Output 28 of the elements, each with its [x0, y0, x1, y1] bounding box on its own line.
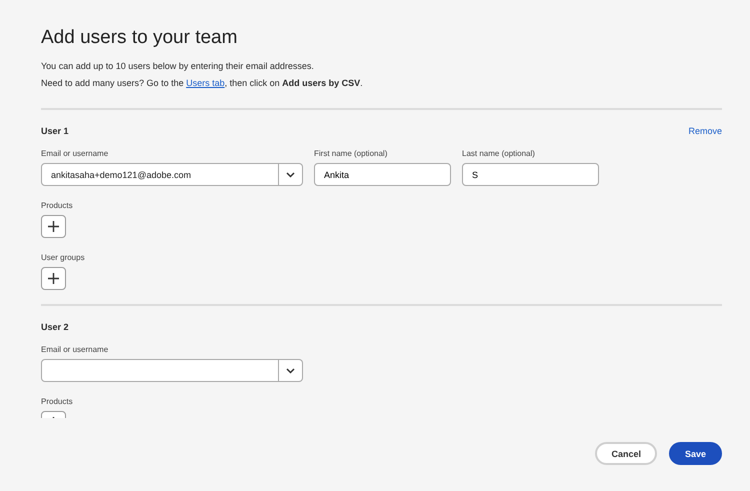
- csv-instructions: Need to add many users? Go to the Users tab, then click on Add users by CSV.: [41, 77, 364, 90]
- users-tab-link[interactable]: Users tab: [186, 78, 225, 88]
- field-label: Last name (optional): [462, 149, 536, 158]
- field-label: Products: [41, 201, 74, 210]
- page-title: Add users to your team: [41, 27, 238, 49]
- field-label: User groups: [41, 253, 86, 262]
- last-name-field[interactable]: S: [462, 163, 599, 186]
- remove-link[interactable]: Remove: [688, 126, 722, 136]
- add-button[interactable]: [41, 267, 66, 290]
- save-button[interactable]: Save: [668, 442, 722, 465]
- plus-icon: [48, 221, 59, 232]
- field-label: First name (optional): [314, 149, 388, 158]
- field-label: Email or username: [41, 149, 110, 158]
- first-name-field[interactable]: Ankita: [314, 163, 451, 186]
- cancel-button[interactable]: Cancel: [595, 442, 657, 465]
- dropdown-button[interactable]: [279, 359, 303, 382]
- chevron-down-icon: [286, 368, 295, 374]
- user-heading: User 1: [41, 126, 69, 136]
- user-heading: User 2: [41, 322, 69, 332]
- email-field[interactable]: [41, 359, 279, 382]
- intro-text: You can add up to 10 users below by entering their email addresses.: [41, 60, 315, 73]
- plus-icon: [48, 273, 59, 284]
- email-field[interactable]: ankitasaha+demo121@adobe.com: [41, 163, 279, 186]
- dropdown-button[interactable]: [279, 163, 303, 186]
- field-label: Email or username: [41, 345, 110, 354]
- add-button[interactable]: [41, 215, 66, 238]
- field-label: Products: [41, 397, 74, 406]
- chevron-down-icon: [286, 172, 295, 178]
